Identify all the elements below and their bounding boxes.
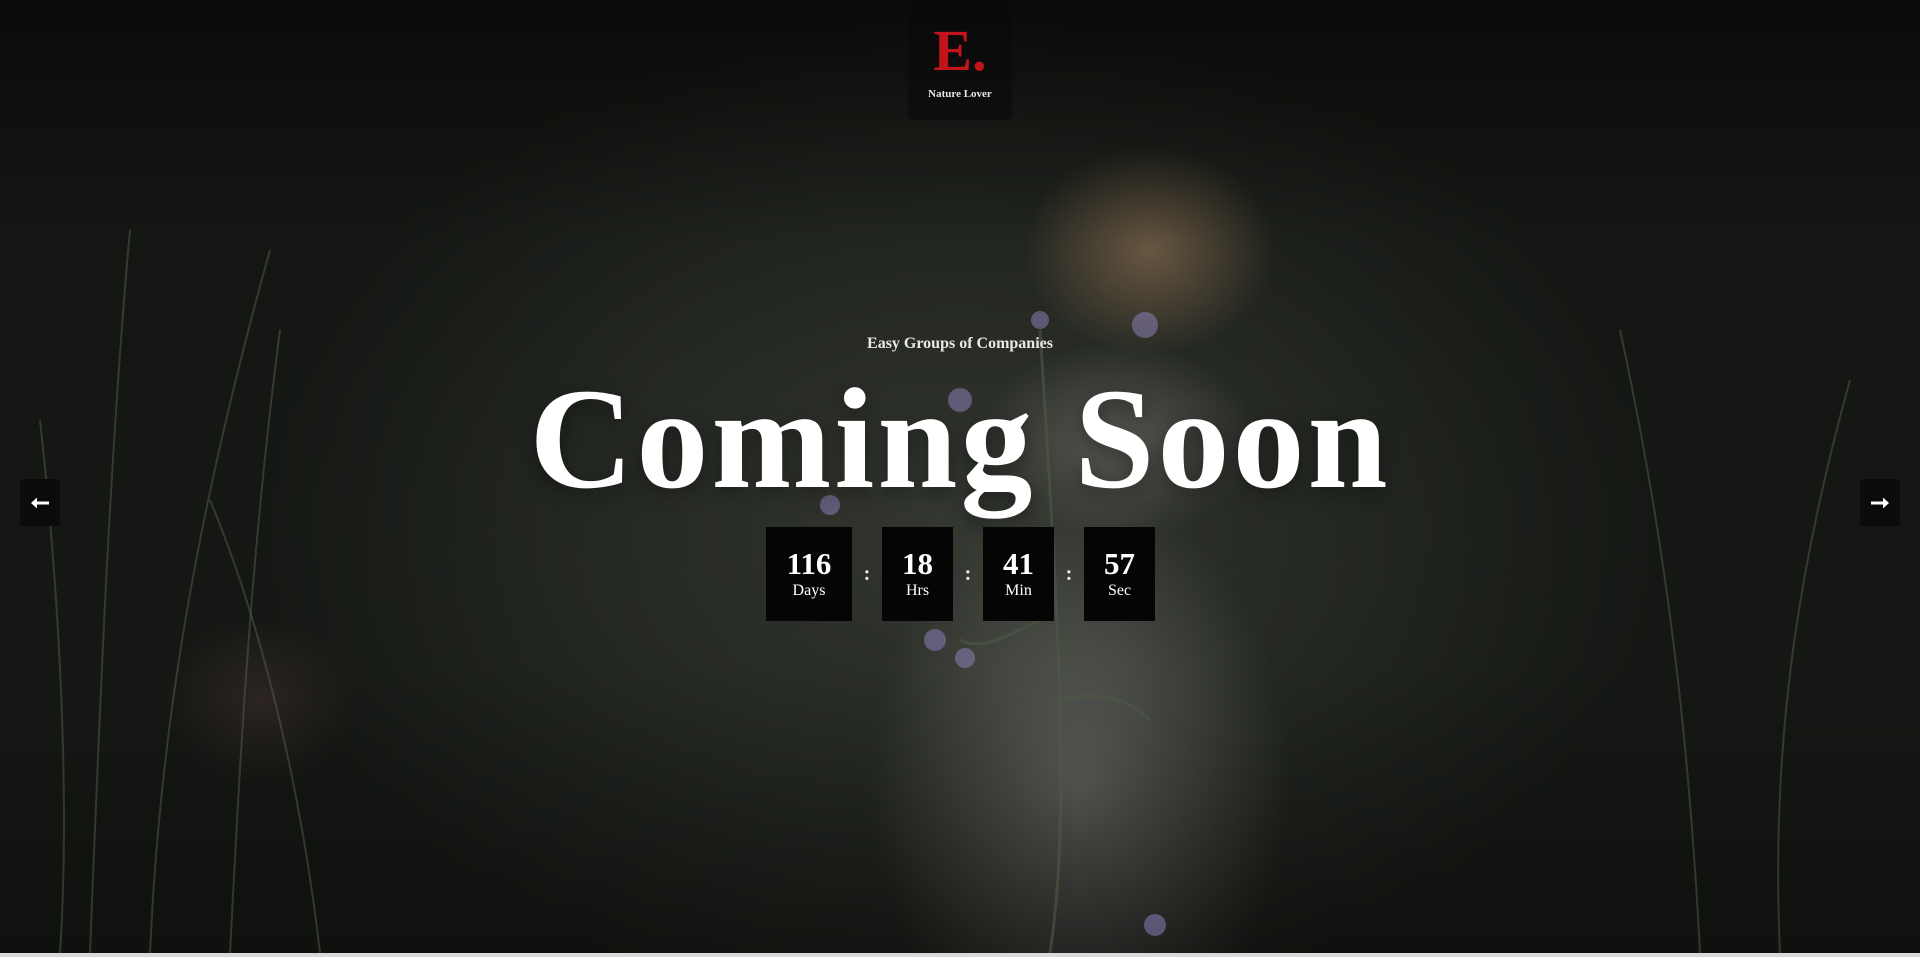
- countdown-minutes-value: 41: [1003, 546, 1034, 581]
- countdown-minutes: 41 Min: [983, 527, 1054, 621]
- countdown-seconds-label: Sec: [1107, 582, 1132, 599]
- slider-prev-button[interactable]: [20, 479, 60, 526]
- countdown-days-value: 116: [786, 546, 832, 581]
- countdown-days: 116 Days: [766, 527, 852, 621]
- hero-content: Easy Groups of Companies Coming Soon 116…: [0, 0, 1920, 953]
- hero-tagline: Easy Groups of Companies: [867, 335, 1053, 352]
- countdown-timer: 116 Days : 18 Hrs : 41 Min : 57 Sec: [766, 527, 1155, 621]
- countdown-seconds: 57 Sec: [1084, 527, 1155, 621]
- countdown-separator: :: [863, 562, 871, 585]
- countdown-hours-value: 18: [902, 546, 933, 581]
- countdown-days-label: Days: [792, 582, 826, 599]
- countdown-hours-label: Hrs: [905, 582, 930, 599]
- arrow-left-icon: [31, 497, 49, 508]
- countdown-separator: :: [1065, 562, 1073, 585]
- slider-next-button[interactable]: [1860, 479, 1900, 526]
- page-bottom-border: [0, 953, 1920, 957]
- countdown-hours: 18 Hrs: [882, 527, 953, 621]
- countdown-minutes-label: Min: [1005, 582, 1032, 599]
- hero-headline: Coming Soon: [529, 360, 1391, 519]
- countdown-seconds-value: 57: [1104, 546, 1135, 581]
- countdown-separator: :: [964, 562, 972, 585]
- arrow-right-icon: [1871, 497, 1889, 508]
